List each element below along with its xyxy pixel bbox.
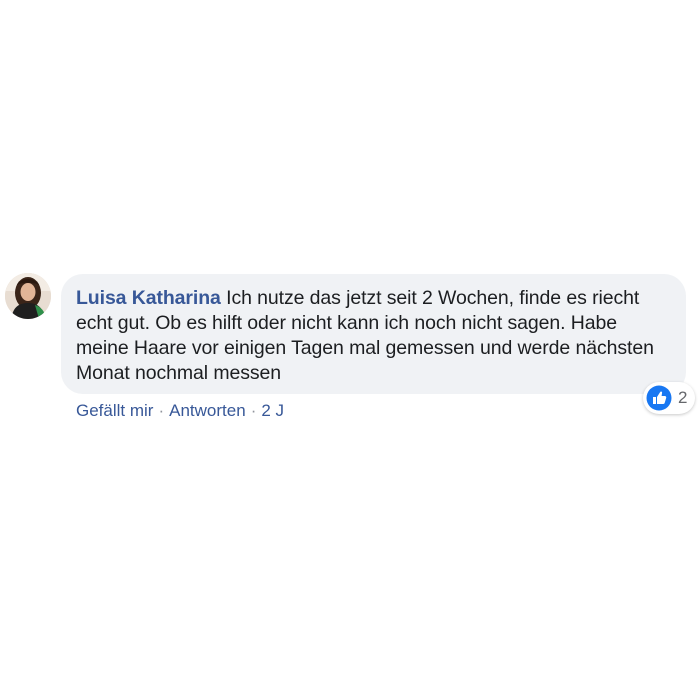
- comment-body: Luisa Katharina Ich nutze das jetzt seit…: [76, 286, 670, 386]
- comment-bubble: Luisa Katharina Ich nutze das jetzt seit…: [61, 274, 686, 394]
- comment-actions: Gefällt mir · Antworten · 2 J: [76, 400, 284, 422]
- comment-thread: Luisa Katharina Ich nutze das jetzt seit…: [0, 0, 700, 700]
- reaction-count: 2: [678, 388, 688, 407]
- avatar[interactable]: [5, 273, 51, 319]
- separator-dot: ·: [250, 401, 257, 420]
- like-link[interactable]: Gefällt mir: [76, 401, 153, 420]
- avatar-photo: [5, 273, 51, 319]
- thumbs-up-icon: [646, 385, 672, 411]
- reply-link[interactable]: Antworten: [169, 401, 246, 420]
- timestamp[interactable]: 2 J: [261, 401, 284, 420]
- separator-dot: ·: [158, 401, 165, 420]
- comment-author-name[interactable]: Luisa Katharina: [76, 287, 221, 309]
- reaction-summary[interactable]: 2: [643, 382, 696, 414]
